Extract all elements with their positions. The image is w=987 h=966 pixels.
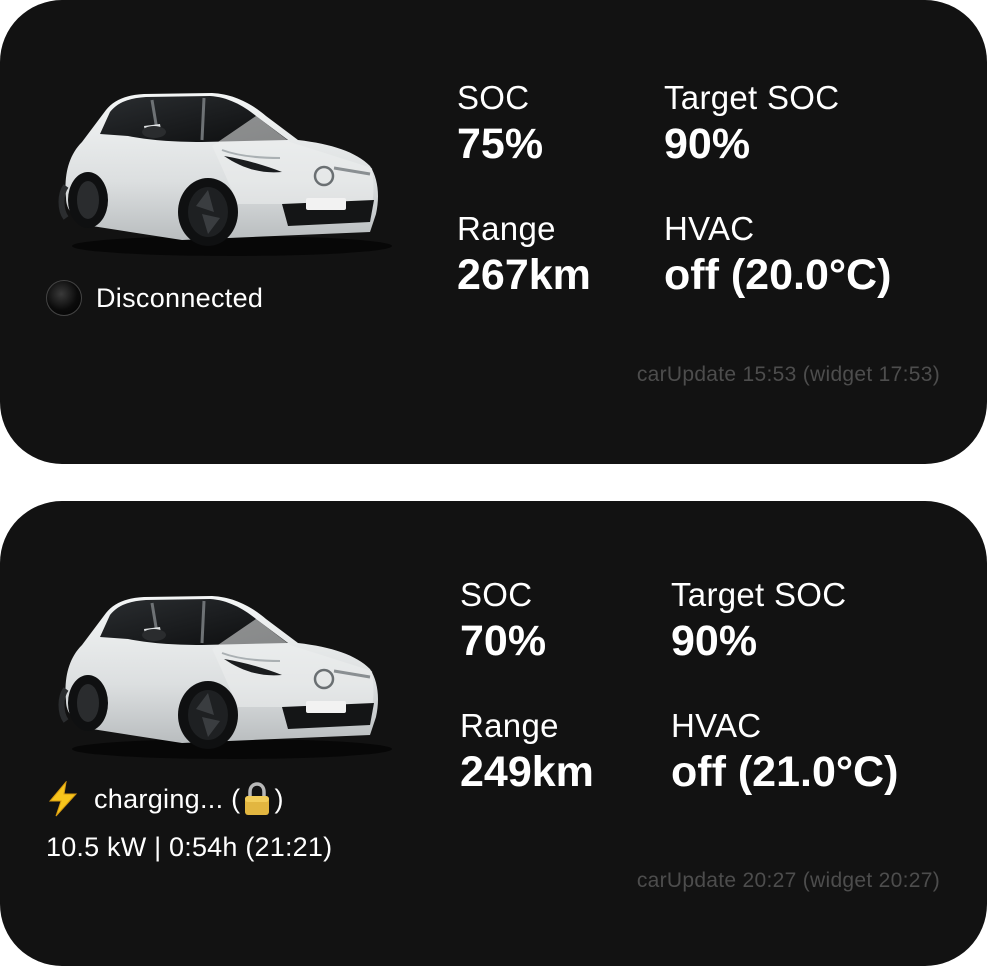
status-text: Disconnected [96, 282, 264, 313]
charging-detail: 10.5 kW | 0:54h (21:21) [46, 832, 333, 862]
connection-status: Disconnected [46, 280, 263, 316]
car-status-widget[interactable]: Disconnected SOC 75% Target SOC 90% Rang… [0, 0, 987, 464]
car-image [52, 86, 392, 258]
soc-label: SOC [460, 576, 533, 613]
car-image [52, 589, 392, 761]
soc-label: SOC [457, 79, 530, 116]
hvac-label: HVAC [664, 210, 755, 247]
status-text-suffix: ) [274, 783, 284, 814]
target-soc-value: 90% [664, 120, 751, 168]
soc-value: 75% [457, 120, 544, 168]
target-soc-label: Target SOC [671, 576, 847, 613]
soc-value: 70% [460, 617, 547, 665]
range-metric: Range 267km [457, 210, 591, 300]
status-text-prefix: charging... ( [94, 783, 241, 814]
range-value: 249km [460, 748, 594, 796]
hvac-metric: HVAC off (20.0°C) [664, 210, 892, 300]
padlock-icon [242, 782, 272, 816]
target-soc-metric: Target SOC 90% [671, 576, 847, 666]
car-status-widget[interactable]: charging... ( ) 10.5 kW | 0:54h (21:21) … [0, 501, 987, 966]
target-soc-label: Target SOC [664, 79, 840, 116]
update-timestamp: carUpdate 15:53 (widget 17:53) [636, 363, 940, 386]
range-metric: Range 249km [460, 707, 594, 797]
target-soc-metric: Target SOC 90% [664, 79, 840, 169]
update-timestamp: carUpdate 20:27 (widget 20:27) [636, 869, 940, 892]
hvac-label: HVAC [671, 707, 762, 744]
target-soc-value: 90% [671, 617, 758, 665]
lightning-bolt-icon [46, 781, 80, 817]
soc-metric: SOC 75% [457, 79, 544, 169]
hvac-value: off (20.0°C) [664, 251, 892, 299]
hvac-metric: HVAC off (21.0°C) [671, 707, 899, 797]
dark-circle-icon [46, 280, 82, 316]
range-value: 267km [457, 251, 591, 299]
range-label: Range [460, 707, 559, 744]
hvac-value: off (21.0°C) [671, 748, 899, 796]
charging-status: charging... ( ) [46, 781, 284, 817]
range-label: Range [457, 210, 556, 247]
soc-metric: SOC 70% [460, 576, 547, 666]
